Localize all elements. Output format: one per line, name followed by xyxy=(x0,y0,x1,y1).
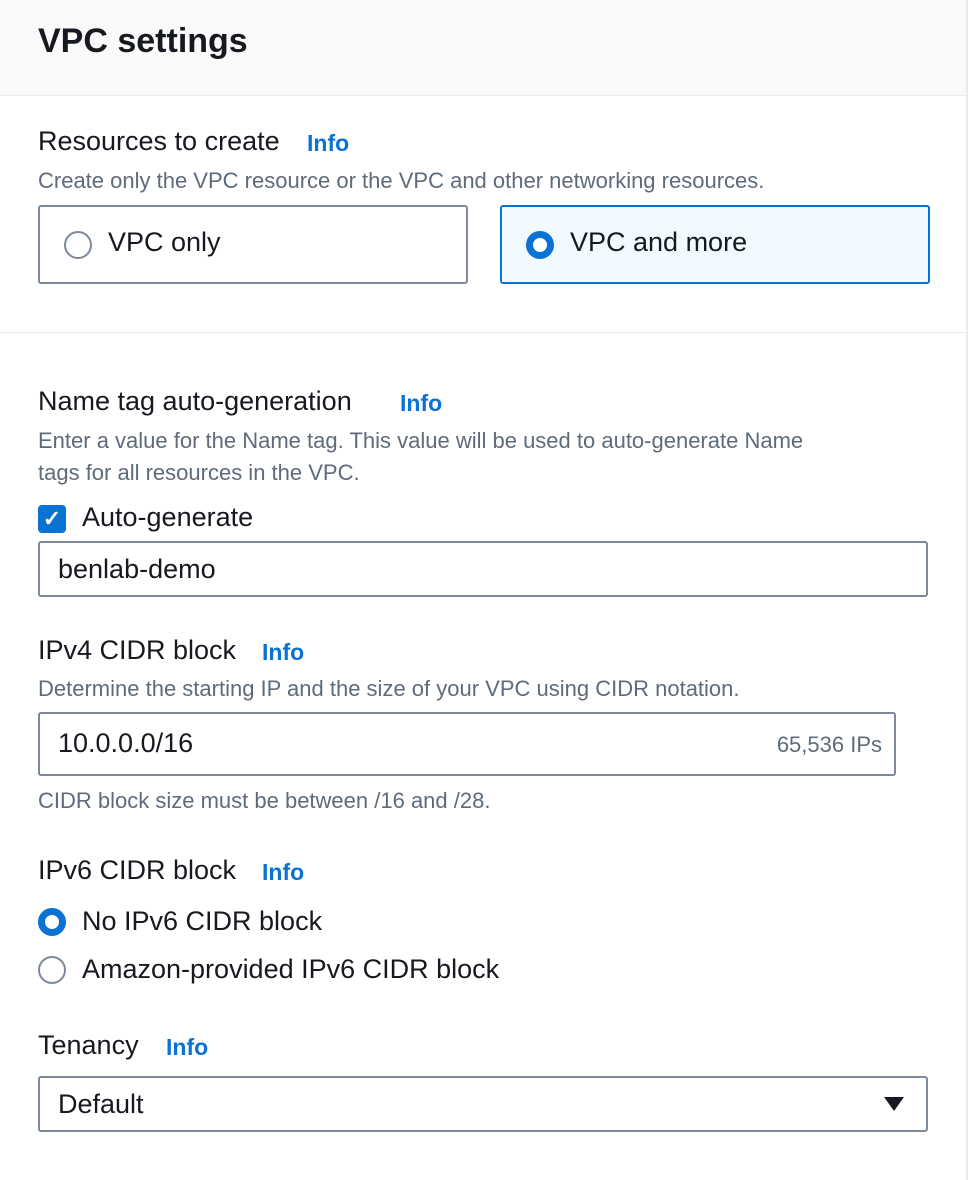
tile-vpc-and-more-label: VPC and more xyxy=(570,227,748,257)
radio-vpc-only[interactable] xyxy=(64,231,92,259)
caret-down-icon xyxy=(884,1097,904,1111)
panel-header: VPC settings xyxy=(0,0,968,96)
checkmark-icon: ✓ xyxy=(42,506,62,531)
ipv4-info-link[interactable]: Info xyxy=(262,639,304,666)
tenancy-selected-value: Default xyxy=(58,1089,144,1119)
name-tag-description-line2: tags for all resources in the VPC. xyxy=(38,460,360,485)
radio-amazon-ipv6[interactable] xyxy=(38,956,66,984)
amazon-ipv6-label: Amazon-provided IPv6 CIDR block xyxy=(82,954,500,984)
radio-no-ipv6[interactable] xyxy=(38,908,66,936)
ipv4-cidr-value: 10.0.0.0/16 xyxy=(58,728,194,758)
tenancy-select[interactable]: Default xyxy=(38,1076,928,1132)
resources-info-link[interactable]: Info xyxy=(307,130,349,157)
ipv4-cidr-input[interactable]: 10.0.0.0/16 65,536 IPs xyxy=(38,712,896,776)
ipv4-constraint-text: CIDR block size must be between /16 and … xyxy=(38,788,491,813)
ipv4-description: Determine the starting IP and the size o… xyxy=(38,676,740,701)
radio-vpc-and-more[interactable] xyxy=(526,231,554,259)
tile-vpc-and-more[interactable]: VPC and more xyxy=(500,205,930,284)
panel-right-border xyxy=(966,96,968,1180)
no-ipv6-label: No IPv6 CIDR block xyxy=(82,906,323,936)
ipv6-label: IPv6 CIDR block xyxy=(38,855,237,885)
name-tag-info-link[interactable]: Info xyxy=(400,390,442,417)
auto-generate-checkbox[interactable]: ✓ xyxy=(38,505,66,533)
tile-vpc-only-label: VPC only xyxy=(108,227,221,257)
auto-generate-label: Auto-generate xyxy=(82,502,254,532)
tenancy-label: Tenancy xyxy=(38,1030,139,1060)
ipv4-ip-count: 65,536 IPs xyxy=(776,732,882,757)
name-tag-input[interactable] xyxy=(38,541,928,597)
tile-vpc-only[interactable]: VPC only xyxy=(38,205,468,284)
ipv6-info-link[interactable]: Info xyxy=(262,859,304,886)
panel-title: VPC settings xyxy=(38,22,248,60)
tenancy-info-link[interactable]: Info xyxy=(166,1034,208,1061)
section-divider xyxy=(0,332,966,333)
name-tag-label: Name tag auto-generation xyxy=(38,386,352,416)
ipv4-label: IPv4 CIDR block xyxy=(38,635,237,665)
name-tag-description-line1: Enter a value for the Name tag. This val… xyxy=(38,428,804,453)
resources-label: Resources to create xyxy=(38,126,280,156)
resources-description: Create only the VPC resource or the VPC … xyxy=(38,168,765,193)
